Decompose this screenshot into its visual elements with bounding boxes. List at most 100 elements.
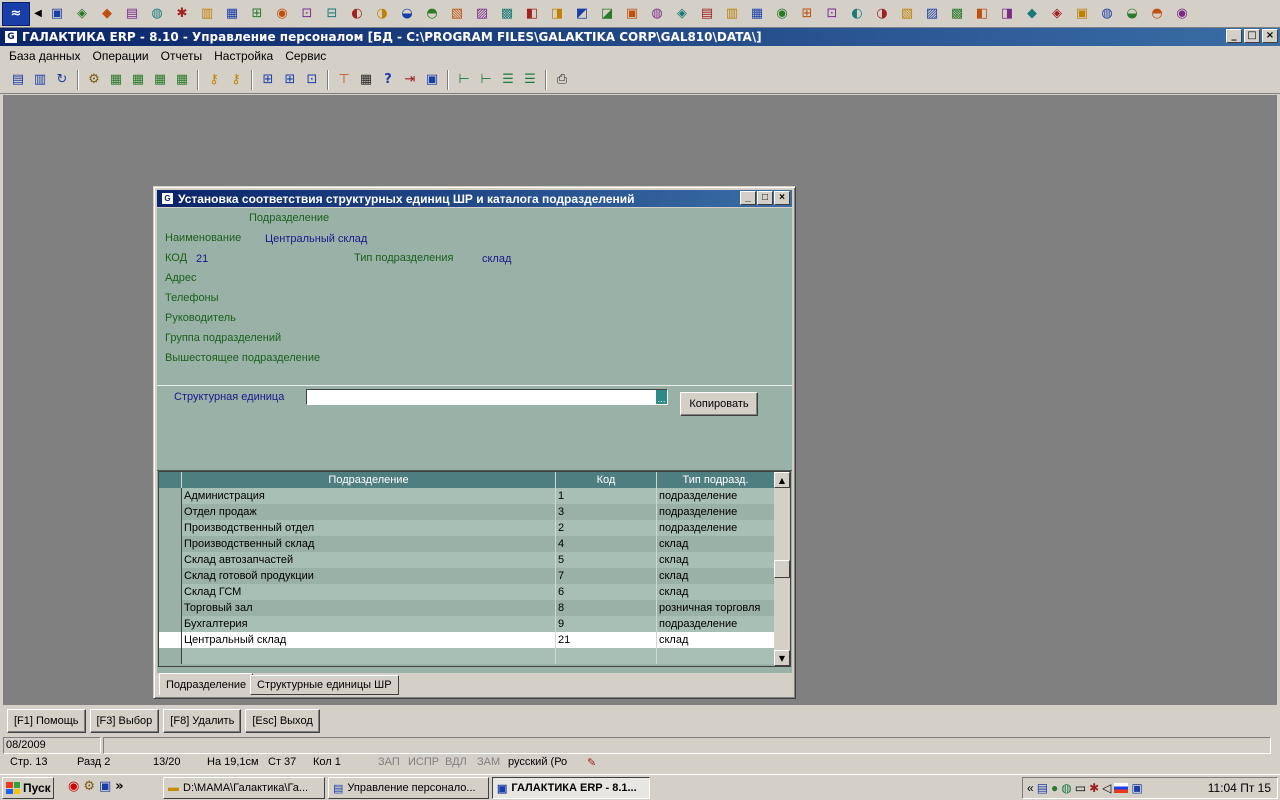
ql-icon-37[interactable]: ▩ <box>946 3 968 25</box>
ql-icon-11[interactable]: ⊡ <box>296 3 318 25</box>
ql-icon-21[interactable]: ◨ <box>546 3 568 25</box>
ql-icon-22[interactable]: ◩ <box>571 3 593 25</box>
ql-icon-1[interactable]: ▣ <box>46 3 68 25</box>
print-icon[interactable]: ⎙ <box>552 70 572 90</box>
expand-tray-icon[interactable]: » <box>115 779 123 794</box>
column-header-code[interactable]: Код <box>556 472 657 488</box>
menu-operations[interactable]: Операции <box>86 49 154 63</box>
globe-tray-icon[interactable]: ◍ <box>1061 781 1071 795</box>
ql-icon-42[interactable]: ▣ <box>1071 3 1093 25</box>
grid-vertical-scrollbar[interactable]: ▲ ▼ <box>774 472 790 666</box>
monitor-tray-icon[interactable]: ▭ <box>1075 781 1086 795</box>
ql-icon-26[interactable]: ◈ <box>671 3 693 25</box>
exit-icon[interactable]: ⇥ <box>400 70 420 90</box>
esc-exit-button[interactable]: [Esc] Выход <box>245 709 320 733</box>
opera-icon[interactable]: ◉ <box>68 779 79 794</box>
task-galaktika[interactable]: ▣ ГАЛАКТИКА ERP - 8.1... <box>492 777 650 799</box>
antivirus-tray-icon[interactable]: ● <box>1051 781 1058 795</box>
network-tray-icon[interactable]: ▤ <box>1037 781 1048 795</box>
nav-left-icon[interactable]: ◀ <box>33 3 43 25</box>
minimize-button[interactable]: _ <box>1226 29 1242 43</box>
grid-copy-icon[interactable]: ▦ <box>150 70 170 90</box>
scroll-thumb[interactable] <box>774 560 790 578</box>
f8-delete-button[interactable]: [F8] Удалить <box>163 709 242 733</box>
hierarchy-icon[interactable]: ⊤ <box>334 70 354 90</box>
ql-icon-44[interactable]: ◒ <box>1121 3 1143 25</box>
table-row[interactable]: Производственный склад 4 склад <box>159 536 775 552</box>
ql-icon-24[interactable]: ▣ <box>621 3 643 25</box>
tools-tray-icon[interactable]: ⚙ <box>83 779 95 794</box>
tree-icon[interactable]: ⊢ <box>454 70 474 90</box>
ql-icon-10[interactable]: ◉ <box>271 3 293 25</box>
ql-icon-41[interactable]: ◈ <box>1046 3 1068 25</box>
key-icon[interactable]: ⚷ <box>204 70 224 90</box>
tree-check-icon[interactable]: ⊢ <box>476 70 496 90</box>
ql-icon-15[interactable]: ◒ <box>396 3 418 25</box>
network-tools-icon[interactable]: ⊡ <box>302 70 322 90</box>
menu-reports[interactable]: Отчеты <box>155 49 208 63</box>
table-row[interactable]: Склад автозапчастей 5 склад <box>159 552 775 568</box>
ql-icon-30[interactable]: ◉ <box>771 3 793 25</box>
dialog-close-button[interactable]: × <box>774 191 790 205</box>
list-check-icon[interactable]: ☰ <box>520 70 540 90</box>
grid-edit-icon[interactable]: ▦ <box>106 70 126 90</box>
start-button[interactable]: Пуск <box>2 777 54 799</box>
table-row[interactable]: Склад готовой продукции 7 склад <box>159 568 775 584</box>
ql-icon-31[interactable]: ⊞ <box>796 3 818 25</box>
table-row[interactable]: Торговый зал 8 розничная торговля <box>159 600 775 616</box>
f3-select-button[interactable]: [F3] Выбор <box>89 709 160 733</box>
ql-icon-8[interactable]: ▦ <box>221 3 243 25</box>
ql-icon-23[interactable]: ◪ <box>596 3 618 25</box>
help-icon[interactable]: ? <box>378 70 398 90</box>
tray-expand-icon[interactable]: « <box>1027 781 1034 795</box>
close-button[interactable]: × <box>1262 29 1278 43</box>
table-row-selected[interactable]: Центральный склад 21 склад <box>159 632 775 648</box>
ql-icon-28[interactable]: ▥ <box>721 3 743 25</box>
ql-icon-2[interactable]: ◈ <box>71 3 93 25</box>
ql-icon-29[interactable]: ▦ <box>746 3 768 25</box>
column-header-type[interactable]: Тип подразд. <box>657 472 775 488</box>
calculator-icon[interactable]: ▦ <box>356 70 376 90</box>
ql-icon-43[interactable]: ◍ <box>1096 3 1118 25</box>
grid-add-icon[interactable]: ▦ <box>128 70 148 90</box>
ql-icon-14[interactable]: ◑ <box>371 3 393 25</box>
app-logo-icon[interactable]: ≈ <box>2 1 30 26</box>
ql-icon-18[interactable]: ▨ <box>471 3 493 25</box>
ql-icon-12[interactable]: ⊟ <box>321 3 343 25</box>
menu-settings[interactable]: Настройка <box>208 49 279 63</box>
database-icon[interactable]: ▤ <box>8 70 28 90</box>
ql-icon-39[interactable]: ◨ <box>996 3 1018 25</box>
ql-icon-6[interactable]: ✱ <box>171 3 193 25</box>
ql-icon-27[interactable]: ▤ <box>696 3 718 25</box>
table-row[interactable]: Производственный отдел 2 подразделение <box>159 520 775 536</box>
tab-department[interactable]: Подразделение <box>159 673 254 695</box>
ql-icon-38[interactable]: ◧ <box>971 3 993 25</box>
ql-icon-33[interactable]: ◐ <box>846 3 868 25</box>
tools-icon[interactable]: ⚙ <box>84 70 104 90</box>
table-row[interactable]: Отдел продаж 3 подразделение <box>159 504 775 520</box>
struct-pick-button[interactable]: … <box>656 390 667 404</box>
scroll-down-button[interactable]: ▼ <box>774 650 790 666</box>
menu-service[interactable]: Сервис <box>279 49 332 63</box>
ql-icon-3[interactable]: ◆ <box>96 3 118 25</box>
window-icon[interactable]: ▣ <box>422 70 442 90</box>
ql-icon-20[interactable]: ◧ <box>521 3 543 25</box>
ql-icon-45[interactable]: ◓ <box>1146 3 1168 25</box>
column-header-department[interactable]: Подразделение <box>182 472 556 488</box>
ql-icon-17[interactable]: ▧ <box>446 3 468 25</box>
ql-icon-36[interactable]: ▨ <box>921 3 943 25</box>
ql-icon-4[interactable]: ▤ <box>121 3 143 25</box>
ql-icon-7[interactable]: ▥ <box>196 3 218 25</box>
save-tray-icon[interactable]: ▣ <box>99 779 111 794</box>
table-row[interactable]: Бухгалтерия 9 подразделение <box>159 616 775 632</box>
ql-icon-35[interactable]: ▧ <box>896 3 918 25</box>
ql-icon-25[interactable]: ◍ <box>646 3 668 25</box>
list-icon[interactable]: ☰ <box>498 70 518 90</box>
scroll-up-button[interactable]: ▲ <box>774 472 790 488</box>
language-flag-icon[interactable] <box>1114 783 1129 793</box>
table-row[interactable]: Склад ГСМ 6 склад <box>159 584 775 600</box>
table-row[interactable]: Администрация 1 подразделение <box>159 488 775 504</box>
task-personnel[interactable]: ▤ Управление персонало... <box>328 777 489 799</box>
dialog-maximize-button[interactable]: □ <box>757 191 773 205</box>
ql-icon-34[interactable]: ◑ <box>871 3 893 25</box>
